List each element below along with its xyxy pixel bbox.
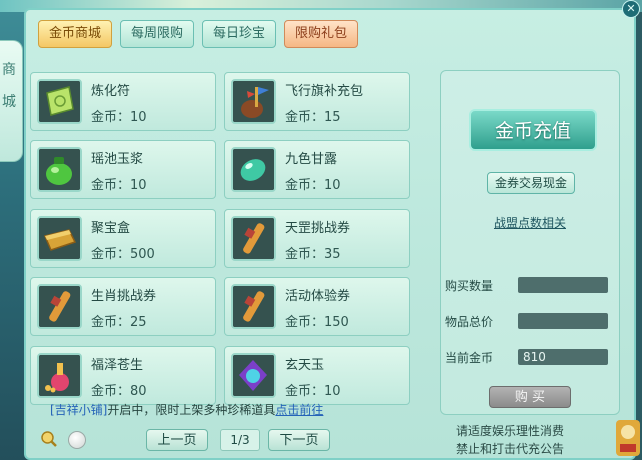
total-price-field <box>518 313 608 329</box>
shop-item[interactable]: 玄天玉 金币：10 <box>224 345 410 405</box>
lucky-shop-tag: [吉祥小铺] <box>50 403 108 417</box>
current-gold-field: 810 <box>518 349 608 365</box>
item-price: 金币：10 <box>91 110 147 125</box>
current-gold-label: 当前金币 <box>445 351 494 365</box>
item-name: 九色甘露 <box>285 152 338 168</box>
item-price: 金币：150 <box>285 315 349 331</box>
page-indicator: 1/3 <box>220 429 260 451</box>
mascot-icon[interactable] <box>612 410 642 460</box>
shop-notice: [吉祥小铺]开启中，限时上架多种珍稀道具点击前往 <box>50 401 323 418</box>
item-price: 金币：25 <box>91 315 147 331</box>
item-name: 玄天玉 <box>285 357 325 373</box>
close-icon[interactable]: ✕ <box>622 0 640 18</box>
scroll-icon <box>37 284 82 330</box>
jade-gem-icon <box>231 352 276 398</box>
total-price-label: 物品总价 <box>445 315 494 329</box>
item-name: 飞行旗补充包 <box>285 84 364 99</box>
item-name: 活动体验券 <box>285 289 351 305</box>
item-name: 炼化符 <box>91 84 131 99</box>
scroll-icon <box>231 215 276 261</box>
voucher-exchange-button[interactable]: 金券交易现金 <box>487 172 575 194</box>
magnifier-icon[interactable] <box>40 430 58 448</box>
item-name: 生肖挑战券 <box>91 289 157 305</box>
shop-item[interactable]: 福泽苍生 金币：80 <box>30 345 216 405</box>
shop-item[interactable]: 天罡挑战券 金币：35 <box>224 208 410 268</box>
tab-gold-shop[interactable]: 金币商城 <box>38 20 113 48</box>
side-tab-char: 商 <box>2 62 16 78</box>
item-price: 金币：35 <box>285 246 341 262</box>
shop-panel: 金币商城 每周限购 每日珍宝 限购礼包 炼化符 金币：10 飞行旗补充包 金币：… <box>24 8 636 460</box>
item-name: 聚宝盒 <box>91 220 131 236</box>
item-grid: 炼化符 金币：10 飞行旗补充包 金币：15 瑶池玉浆 金币：10 九色甘露 金… <box>30 72 422 406</box>
tab-bar: 金币商城 每周限购 每日珍宝 限购礼包 <box>38 20 359 48</box>
notice-text: 开启中，限时上架多种珍稀道具 <box>107 403 276 417</box>
health-notice-line-1: 请适度娱乐理性消费 <box>456 424 565 438</box>
scroll-icon <box>231 284 276 330</box>
toggle-dot-icon[interactable] <box>68 431 86 449</box>
item-price: 金币：15 <box>285 110 341 125</box>
shop-item[interactable]: 炼化符 金币：10 <box>30 72 216 131</box>
item-name: 福泽苍生 <box>91 357 144 373</box>
shop-item[interactable]: 飞行旗补充包 金币：15 <box>224 72 410 131</box>
quantity-label: 购买数量 <box>445 279 494 293</box>
dew-gem-icon <box>231 147 276 193</box>
quantity-input[interactable] <box>518 277 608 293</box>
item-name: 瑶池玉浆 <box>91 152 144 168</box>
side-tab-char: 城 <box>2 94 16 110</box>
shop-item[interactable]: 聚宝盒 金币：500 <box>30 208 216 268</box>
item-price: 金币：80 <box>91 383 147 399</box>
prev-page-button[interactable]: 上一页 <box>146 429 208 451</box>
health-notice-line-2[interactable]: 禁止和打击代充公告 <box>456 440 564 458</box>
tab-limited-pack[interactable]: 限购礼包 <box>284 20 359 48</box>
tab-weekly-limited[interactable]: 每周限购 <box>120 20 195 48</box>
goto-link[interactable]: 点击前往 <box>275 403 323 417</box>
item-price: 金币：10 <box>91 178 147 194</box>
shop-item[interactable]: 活动体验券 金币：150 <box>224 277 410 337</box>
alliance-points-link[interactable]: 战盟点数相关 <box>441 214 619 231</box>
shop-item[interactable]: 瑶池玉浆 金币：10 <box>30 140 216 200</box>
item-price: 金币：10 <box>285 383 341 399</box>
purchase-panel: 金币充值 金券交易现金 战盟点数相关 购买数量 物品总价 当前金币 810 购 … <box>440 70 620 415</box>
buy-button[interactable]: 购 买 <box>489 386 571 408</box>
shop-item[interactable]: 生肖挑战券 金币：25 <box>30 277 216 337</box>
green-pouch-icon <box>37 147 82 193</box>
gold-recharge-button[interactable]: 金币充值 <box>469 109 597 151</box>
talisman-icon <box>37 79 82 124</box>
item-price: 金币：10 <box>285 178 341 194</box>
health-notice: 请适度娱乐理性消费 禁止和打击代充公告 <box>456 422 564 458</box>
next-page-button[interactable]: 下一页 <box>268 429 330 451</box>
potion-icon <box>37 352 82 398</box>
item-price: 金币：500 <box>91 246 155 262</box>
treasure-box-icon <box>37 215 82 261</box>
flag-pouch-icon <box>231 79 276 124</box>
item-name: 天罡挑战券 <box>285 220 351 236</box>
shop-side-tab[interactable]: 商 城 <box>0 40 23 162</box>
tab-daily-treasure[interactable]: 每日珍宝 <box>202 20 277 48</box>
shop-item[interactable]: 九色甘露 金币：10 <box>224 140 410 200</box>
